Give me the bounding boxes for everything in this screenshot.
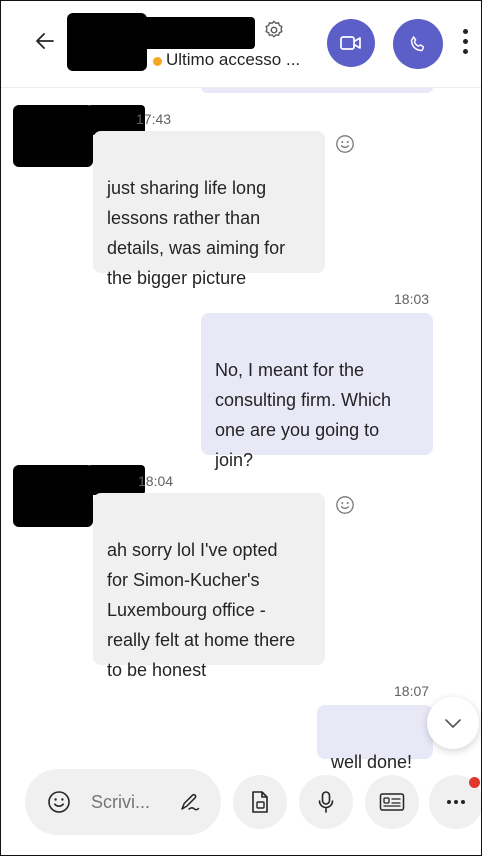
- message-input[interactable]: [91, 792, 171, 813]
- message-text: just sharing life long lessons rather th…: [107, 178, 286, 288]
- scroll-to-bottom-button[interactable]: [427, 697, 479, 749]
- message-timestamp: 18:03: [394, 291, 430, 307]
- format-pen-icon[interactable]: [177, 790, 201, 814]
- more-options-icon[interactable]: [461, 29, 469, 59]
- message-text: well done!: [331, 752, 413, 772]
- redacted-sender-avatar: [13, 105, 93, 167]
- redacted-avatar: [67, 13, 147, 71]
- message-timestamp: 18:07: [394, 683, 430, 699]
- add-reaction-icon[interactable]: [335, 134, 357, 156]
- microphone-icon: [317, 790, 335, 814]
- message-timestamp: 18:04: [138, 473, 174, 489]
- settings-gear-icon[interactable]: [263, 19, 285, 41]
- contact-card-icon: [379, 792, 405, 812]
- add-reaction-icon[interactable]: [335, 495, 357, 517]
- voice-message-button[interactable]: [299, 775, 353, 829]
- chat-window: Ultimo accesso ... 17:43 just sharing li…: [0, 0, 482, 856]
- message-composer[interactable]: [25, 769, 221, 835]
- video-call-icon: [340, 35, 362, 51]
- redacted-sender-avatar: [13, 465, 93, 527]
- phone-call-icon: [408, 34, 428, 54]
- notification-dot: [469, 777, 480, 788]
- message-text: ah sorry lol I've opted for Simon-Kucher…: [107, 540, 296, 680]
- redacted-sender-name: [87, 465, 145, 495]
- more-actions-icon: [446, 799, 466, 805]
- message-text: No, I meant for the consulting firm. Whi…: [215, 360, 392, 470]
- emoji-icon[interactable]: [47, 790, 71, 814]
- attach-file-button[interactable]: [233, 775, 287, 829]
- chat-header: Ultimo accesso ...: [1, 1, 481, 88]
- last-seen-status: Ultimo accesso ...: [166, 50, 301, 69]
- presence-status-dot: [153, 57, 162, 66]
- outgoing-message-bubble[interactable]: well done!: [317, 705, 433, 772]
- share-contact-button[interactable]: [365, 775, 419, 829]
- attach-file-icon: [249, 790, 271, 814]
- outgoing-message-bubble[interactable]: No, I meant for the consulting firm. Whi…: [201, 313, 433, 470]
- phone-call-button[interactable]: [393, 19, 443, 69]
- back-arrow-icon[interactable]: [33, 29, 57, 53]
- incoming-message-bubble[interactable]: ah sorry lol I've opted for Simon-Kucher…: [93, 493, 325, 680]
- redacted-contact-name: [143, 17, 255, 49]
- incoming-message-bubble[interactable]: just sharing life long lessons rather th…: [93, 131, 325, 288]
- chevron-down-icon: [444, 717, 462, 729]
- message-timestamp: 17:43: [136, 111, 172, 127]
- video-call-button[interactable]: [327, 19, 375, 67]
